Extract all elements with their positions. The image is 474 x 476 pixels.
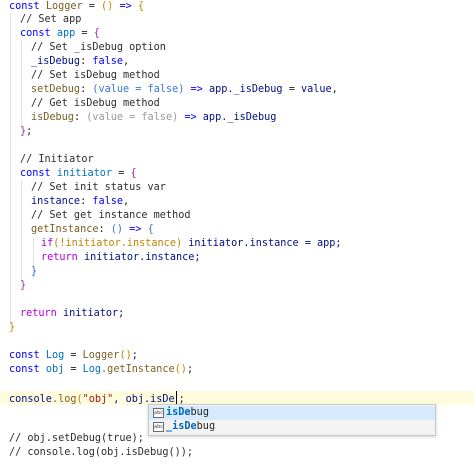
code-comment: // Set _isDebug option [31, 42, 166, 53]
code-line: isDebug: (value = false) => app._isDebug [31, 112, 277, 123]
code-comment: // Set app [20, 14, 82, 25]
suggestion-match: _isDe [166, 421, 197, 432]
suggestion-rest: bug [190, 407, 209, 418]
code-line: const app = { [20, 28, 100, 39]
code-comment: // Set isDebug method [31, 70, 160, 81]
code-line: } [9, 322, 16, 333]
suggestion-item[interactable]: abc isDebug [149, 406, 435, 420]
code-line: return initiator; [20, 308, 125, 319]
code-line: } [31, 266, 38, 277]
suggestion-item[interactable]: abc _isDebug [149, 420, 435, 434]
code-comment: // Set init status var [31, 182, 166, 193]
code-line: const Logger = () => { [9, 1, 145, 12]
code-line: return initiator.instance; [41, 252, 201, 263]
code-line: const obj = Log.getInstance(); [9, 364, 194, 375]
code-comment: // Set get instance method [31, 210, 191, 221]
suggestion-match: isDe [166, 407, 191, 418]
indent-guide [21, 40, 22, 128]
code-line: instance: false, [31, 196, 130, 207]
code-line: if(!initiator.instance) initiator.instan… [41, 238, 342, 249]
text-suggestion-icon: abc [153, 422, 164, 432]
indent-guide [10, 13, 11, 324]
code-line: setDebug: (value = false) => app._isDebu… [31, 84, 338, 95]
text-suggestion-icon: abc [153, 408, 164, 418]
code-comment: // Get isDebug method [31, 98, 160, 109]
code-line: _isDebug: false, [31, 56, 130, 67]
code-comment: // obj.setDebug(true); [9, 433, 144, 444]
code-line: const Log = Logger(); [9, 350, 138, 361]
code-comment: // Initiator [20, 154, 94, 165]
text-cursor [175, 391, 177, 404]
code-editor[interactable]: const Logger = () => { // Set app const … [0, 0, 474, 459]
code-line: getInstance: () => { [31, 224, 154, 235]
suggestion-rest: bug [196, 421, 216, 432]
indent-guide [21, 180, 22, 282]
code-line: } [20, 280, 27, 291]
code-line: const initiator = { [20, 168, 137, 179]
code-line: }; [20, 126, 33, 137]
current-line[interactable]: console.log("obj", obj.isDe; [0, 391, 474, 405]
autocomplete-suggest-widget[interactable]: abc isDebug abc _isDebug [148, 404, 436, 436]
